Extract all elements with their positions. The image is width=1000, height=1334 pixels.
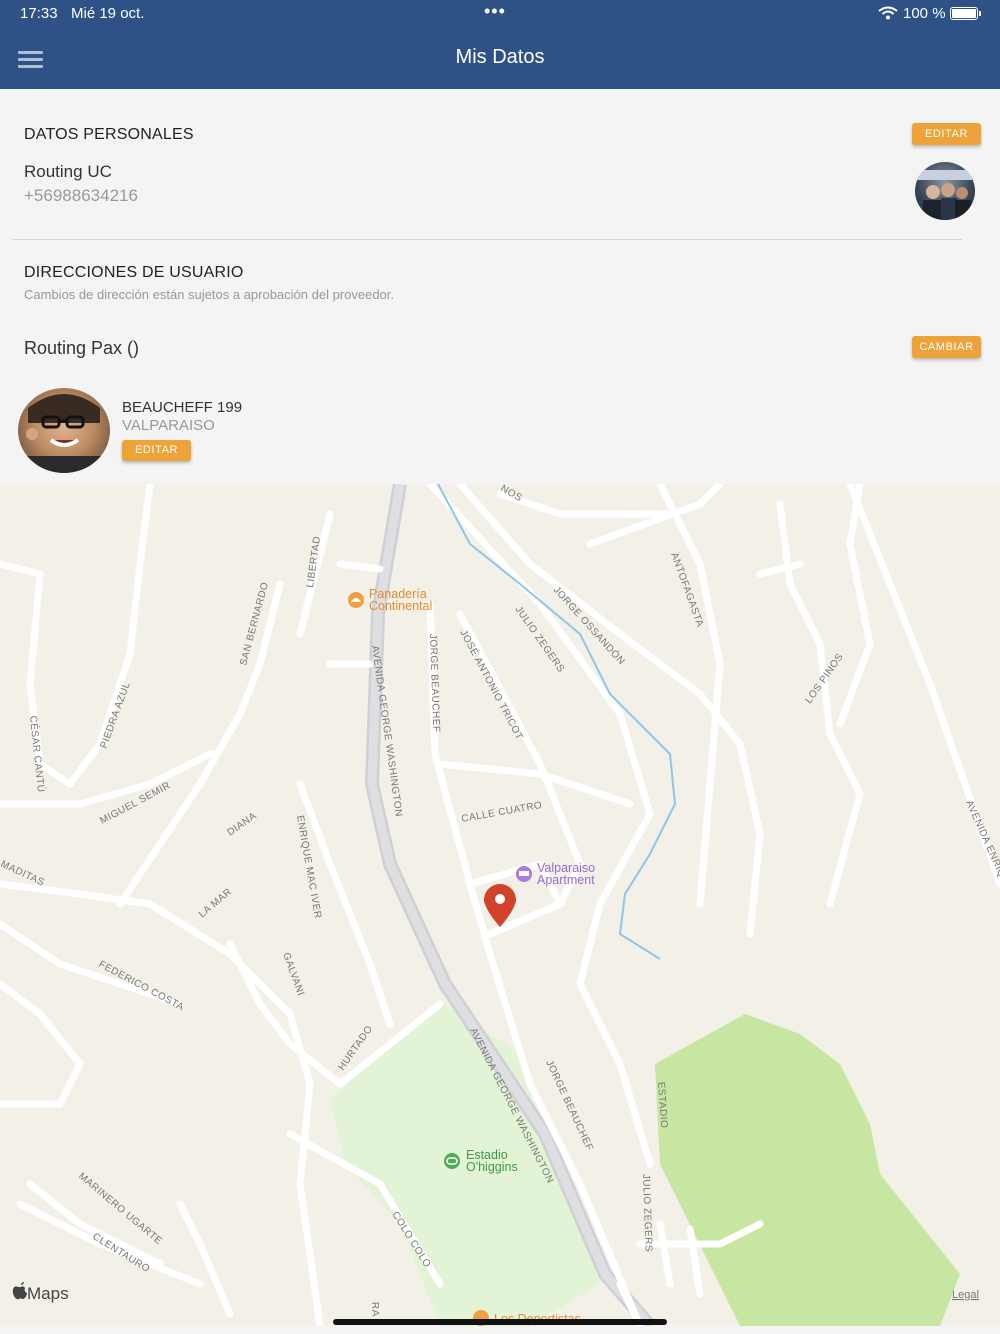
street-label: JORGE BEAUCHEF (427, 634, 441, 733)
street-label: FEDERICO COSTA (97, 959, 186, 1013)
address-city: VALPARAISO (122, 417, 215, 434)
user-phone: +56988634216 (24, 186, 138, 205)
passenger-avatar[interactable] (18, 388, 110, 473)
stadium-label-2: O'higgins (466, 1160, 518, 1174)
apple-maps-text: Maps (27, 1284, 69, 1303)
bakery-label-2: Continental (369, 599, 432, 613)
location-pin-icon[interactable] (484, 884, 516, 927)
address-street: BEAUCHEFF 199 (122, 399, 243, 416)
edit-personal-button[interactable]: EDITAR (912, 123, 981, 145)
map-canvas: AVENIDA GEORGE WASHINGTON AVENIDA GEORGE… (0, 484, 1000, 1326)
user-avatar[interactable] (915, 162, 975, 220)
user-addresses-heading: DIRECCIONES DE USUARIO (24, 264, 244, 281)
street-label: ESTADIO (655, 1081, 669, 1128)
passenger-name: Routing Pax () (24, 338, 140, 358)
street-label: LA MAR (197, 886, 234, 920)
bottom-strip (0, 1326, 1000, 1334)
status-time: 17:33 (20, 5, 58, 22)
nav-bar: Mis Datos (0, 28, 1000, 89)
change-passenger-button[interactable]: CAMBIAR (912, 336, 981, 358)
street-label: RA (369, 1302, 381, 1317)
street-label: CÉSAR CANTÚ (27, 715, 48, 793)
edit-address-button[interactable]: EDITAR (122, 440, 191, 461)
street-label: CALLE CUATRO (461, 800, 544, 825)
battery-icon (950, 7, 981, 20)
street-label: SAN BERNARDO (238, 581, 271, 667)
battery-percent: 100 % (903, 5, 946, 22)
home-indicator[interactable] (333, 1319, 667, 1325)
street-label: GALVANI (280, 951, 306, 997)
addresses-notice: Cambios de dirección están sujetos a apr… (24, 287, 395, 302)
wifi-icon (878, 6, 898, 24)
apple-maps-logo: Maps (12, 1282, 69, 1303)
street-label: JOSÉ ANTONIO TRICOT (457, 627, 526, 742)
multitasking-dots-icon[interactable]: ••• (484, 1, 506, 22)
section-divider (12, 239, 962, 240)
status-bar: 17:33 Mié 19 oct. ••• 100 % (0, 0, 1000, 28)
status-date: Mié 19 oct. (71, 5, 145, 22)
page-title: Mis Datos (455, 46, 545, 68)
map-view[interactable]: AVENIDA GEORGE WASHINGTON AVENIDA GEORGE… (0, 484, 1000, 1326)
user-name: Routing UC (24, 162, 112, 181)
bakery-poi[interactable]: Panadería Continental (348, 587, 432, 613)
apartment-label-2: Apartment (537, 873, 595, 887)
legal-link[interactable]: Legal (952, 1289, 979, 1301)
personal-data-heading: DATOS PERSONALES (24, 126, 194, 143)
street-label: DIANA (225, 810, 258, 838)
